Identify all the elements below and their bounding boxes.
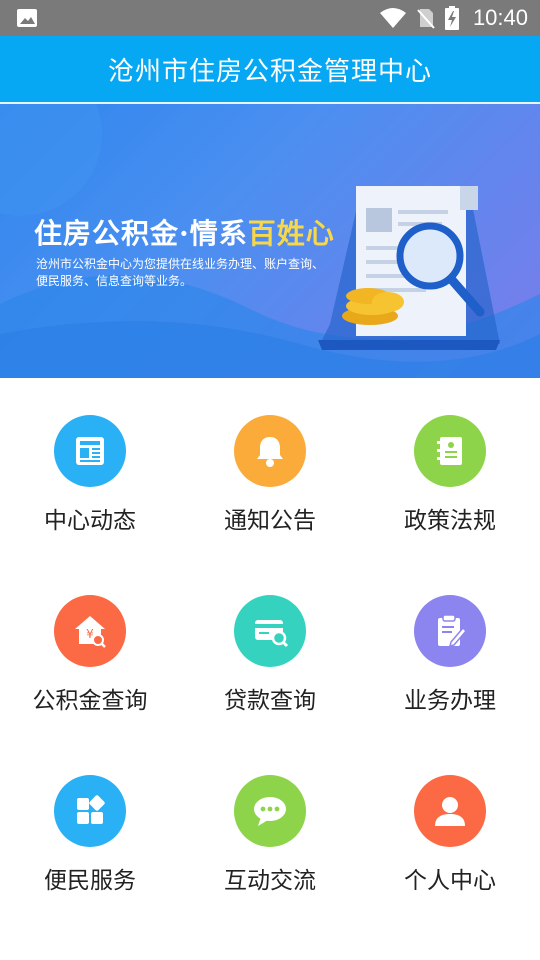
wifi-icon	[379, 8, 406, 28]
menu-item-icon-circle	[234, 775, 306, 847]
status-bar: 10:40	[0, 0, 540, 36]
menu-item-notices[interactable]: 通知公告	[180, 378, 360, 558]
menu-item-loan-query[interactable]: 贷款查询	[180, 558, 360, 738]
apps-icon	[77, 795, 105, 824]
menu-item-label: 便民服务	[44, 868, 136, 894]
menu-item-icon-circle	[234, 415, 306, 487]
menu-item-news[interactable]: 中心动态	[0, 378, 180, 558]
battery-charging-icon	[444, 6, 459, 30]
card-search-icon	[255, 620, 289, 648]
menu-item-fund-query[interactable]: ¥ 公积金查询	[0, 558, 180, 738]
news-icon	[76, 437, 104, 465]
menu-item-business[interactable]: 业务办理	[360, 558, 540, 738]
app-bar: 沧州市住房公积金管理中心	[0, 36, 540, 104]
house-yuan-search-icon: ¥	[75, 616, 106, 648]
menu-item-label: 业务办理	[404, 688, 496, 714]
chat-bubble-icon	[254, 797, 286, 826]
banner-headline: 住房公积金·情系百姓心	[34, 212, 335, 252]
status-time: 10:40	[472, 5, 528, 30]
clipboard-edit-icon	[438, 614, 468, 648]
banner-headline-main: 住房公积金·情系	[34, 217, 248, 250]
no-sim-icon	[417, 9, 435, 29]
menu-item-icon-circle	[414, 775, 486, 847]
menu-item-label: 中心动态	[44, 508, 136, 534]
page-title: 沧州市住房公积金管理中心	[107, 56, 432, 87]
menu-item-icon-circle	[414, 415, 486, 487]
menu-item-label: 个人中心	[404, 868, 496, 894]
policy-book-icon	[437, 437, 462, 465]
menu-item-label: 政策法规	[404, 508, 496, 534]
menu-item-label: 贷款查询	[224, 688, 316, 714]
bell-icon	[257, 437, 283, 467]
image-notification-icon	[17, 9, 37, 27]
person-icon	[435, 797, 465, 826]
menu-item-label: 互动交流	[224, 868, 316, 894]
menu-item-profile[interactable]: 个人中心	[360, 738, 540, 918]
menu-item-services[interactable]: 便民服务	[0, 738, 180, 918]
banner-headline-highlight: 百姓心	[247, 217, 335, 250]
menu-item-interaction[interactable]: 互动交流	[180, 738, 360, 918]
menu-item-label: 通知公告	[224, 508, 316, 534]
menu-item-icon-circle	[234, 595, 306, 667]
menu-item-icon-circle	[414, 595, 486, 667]
banner-description: 沧州市公积金中心为您提供在线业务办理、账户查询、便民服务、信息查询等业务。	[36, 257, 325, 288]
menu-item-icon-circle	[54, 775, 126, 847]
menu-item-label: 公积金查询	[32, 688, 148, 714]
menu-item-policy[interactable]: 政策法规	[360, 378, 540, 558]
banner[interactable]: 住房公积金·情系百姓心 沧州市公积金中心为您提供在线业务办理、账户查询、便民服务…	[0, 104, 540, 378]
menu-grid: 中心动态 通知公告 政策法规 ¥ 公积金查询 贷款查询 业务办理 便民服务 互动…	[0, 378, 540, 960]
menu-item-icon-circle: ¥	[54, 595, 126, 667]
menu-item-icon-circle	[54, 415, 126, 487]
